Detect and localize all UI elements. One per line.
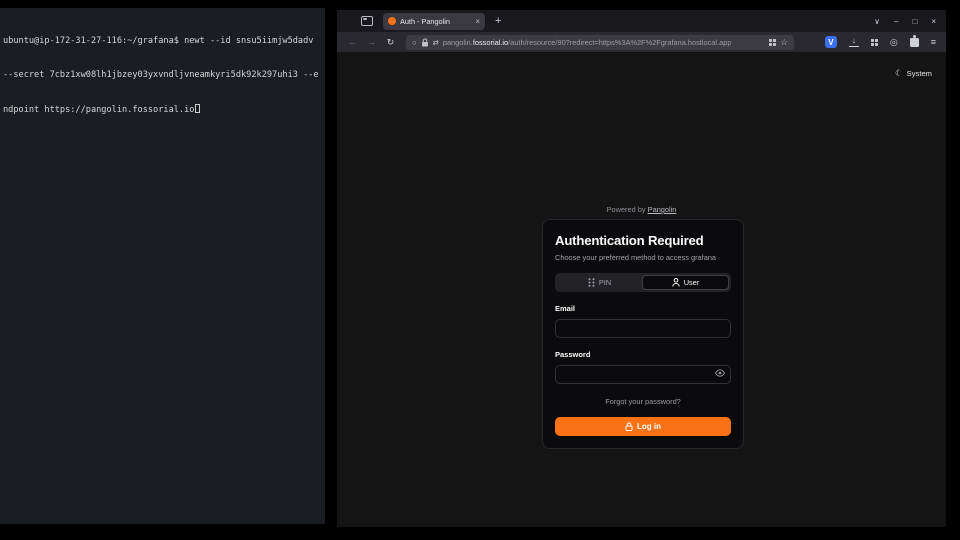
browser-window: Auth - Pangolin × + ∨ – □ × ← → ↻ ○ ⇄ pa…	[337, 10, 946, 527]
extension-grid-icon[interactable]	[871, 39, 878, 46]
close-window-button[interactable]: ×	[931, 17, 936, 26]
minimize-button[interactable]: –	[894, 17, 898, 26]
extensions-puzzle-icon[interactable]	[910, 38, 919, 47]
url-text: pangolin.fossorial.io/auth/resource/90?r…	[443, 38, 766, 47]
tab-pin[interactable]: PIN	[557, 275, 642, 290]
email-label: Email	[555, 304, 731, 313]
auth-card: Authentication Required Choose your pref…	[542, 219, 744, 449]
pangolin-favicon	[388, 17, 396, 25]
terminal-line: ubuntu@ip-172-31-27-116:~/grafana$ newt …	[3, 36, 322, 47]
keypad-icon	[588, 278, 595, 287]
show-password-eye-icon[interactable]	[715, 369, 725, 377]
page-content: ☾ System Powered by Pangolin Authenticat…	[337, 52, 946, 527]
back-button[interactable]: ←	[345, 37, 360, 47]
login-button[interactable]: Log in	[555, 417, 731, 436]
reload-button[interactable]: ↻	[383, 37, 398, 48]
window-controls: ∨ – □ ×	[874, 17, 946, 26]
password-label: Password	[555, 350, 731, 359]
url-bar[interactable]: ○ ⇄ pangolin.fossorial.io/auth/resource/…	[406, 35, 794, 50]
toolbar-extensions: V ↓ ◎ ≡	[825, 36, 938, 48]
browser-toolbar: ← → ↻ ○ ⇄ pangolin.fossorial.io/auth/res…	[337, 32, 946, 52]
v-extension-icon[interactable]: V	[825, 36, 837, 48]
theme-label: System	[907, 69, 932, 78]
lock-icon	[625, 422, 633, 431]
moon-icon: ☾	[895, 68, 903, 79]
new-tab-button[interactable]: +	[495, 15, 501, 27]
terminal-line: ndpoint https://pangolin.fossorial.io	[3, 104, 322, 116]
terminal-panel[interactable]: ubuntu@ip-172-31-27-116:~/grafana$ newt …	[0, 8, 325, 524]
terminal-cursor	[195, 104, 200, 113]
pangolin-link[interactable]: Pangolin	[648, 205, 677, 214]
auth-method-tabs: PIN User	[555, 273, 731, 292]
email-input[interactable]	[555, 319, 731, 338]
forgot-password-link[interactable]: Forgot your password?	[555, 397, 731, 406]
password-input[interactable]	[555, 365, 731, 384]
browser-tab-auth-pangolin[interactable]: Auth - Pangolin ×	[383, 13, 485, 30]
record-circle-icon[interactable]: ◎	[890, 37, 898, 48]
swap-arrows-icon[interactable]: ⇄	[433, 38, 439, 47]
forward-button[interactable]: →	[364, 37, 379, 47]
page-actions-grid-icon[interactable]	[769, 39, 776, 46]
card-subtitle: Choose your preferred method to access g…	[555, 253, 731, 262]
powered-by: Powered by Pangolin	[337, 205, 946, 214]
terminal-line: --secret 7cbz1xw08lh1jbzey03yxvndljvneam…	[3, 70, 322, 81]
https-lock-icon[interactable]	[421, 38, 429, 47]
firefox-view-icon[interactable]	[361, 16, 373, 26]
tab-close-icon[interactable]: ×	[475, 17, 480, 26]
user-icon	[672, 278, 680, 287]
tab-user[interactable]: User	[642, 275, 729, 290]
downloads-icon[interactable]: ↓	[849, 37, 859, 47]
list-tabs-chevron-icon[interactable]: ∨	[874, 17, 880, 26]
permissions-icon[interactable]: ○	[412, 38, 417, 47]
bookmark-star-icon[interactable]: ☆	[780, 37, 788, 48]
tab-bar: Auth - Pangolin × + ∨ – □ ×	[337, 10, 946, 32]
maximize-button[interactable]: □	[912, 17, 917, 26]
menu-hamburger-icon[interactable]: ≡	[931, 37, 936, 47]
theme-toggle[interactable]: ☾ System	[895, 68, 932, 79]
tab-title: Auth - Pangolin	[400, 17, 471, 26]
card-title: Authentication Required	[555, 233, 731, 248]
